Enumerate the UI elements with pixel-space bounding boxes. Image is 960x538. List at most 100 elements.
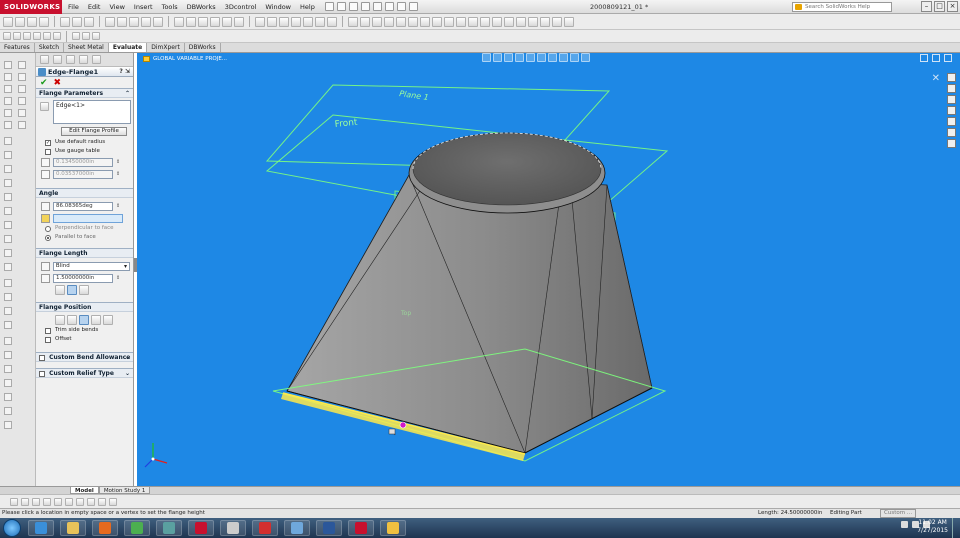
custom-bend-allowance-header[interactable]: Custom Bend Allowance ⌄: [36, 352, 133, 362]
taskbar-app-internet-explorer[interactable]: [28, 520, 54, 536]
circle-tool-icon[interactable]: [4, 73, 12, 81]
tab-sheet-metal[interactable]: Sheet Metal: [64, 43, 109, 52]
menu-insert[interactable]: Insert: [134, 3, 153, 11]
configuration-manager-icon[interactable]: [66, 55, 75, 64]
helix-icon[interactable]: [4, 393, 12, 401]
redo-action-icon[interactable]: [72, 16, 82, 27]
radio-on-icon[interactable]: [45, 234, 51, 241]
angle-reference-face-field[interactable]: [53, 213, 123, 223]
point-tool-icon[interactable]: [18, 85, 26, 93]
maximize-button[interactable]: □: [934, 1, 945, 12]
coordinate-system-icon[interactable]: [4, 365, 12, 373]
options-icon[interactable]: [408, 2, 418, 11]
taskbar-app-word[interactable]: [316, 520, 342, 536]
menu-tools[interactable]: Tools: [162, 3, 178, 11]
sketch-icon[interactable]: [174, 16, 184, 27]
checkbox-unchecked-icon[interactable]: [39, 354, 45, 361]
rebuild-model-icon[interactable]: [84, 16, 94, 27]
tab-motion-study-1[interactable]: Motion Study 1: [98, 487, 151, 494]
loft-icon[interactable]: [4, 193, 12, 201]
instant3d-icon[interactable]: [444, 16, 454, 27]
filter-planes-icon[interactable]: [43, 32, 51, 40]
filter-faces-icon[interactable]: [13, 32, 21, 40]
filter-axes-icon[interactable]: [53, 32, 61, 40]
reference-plane-icon[interactable]: [4, 337, 12, 345]
flange-position-header[interactable]: Flange Position: [36, 302, 133, 312]
filter-vertices-icon[interactable]: [33, 32, 41, 40]
hem-icon[interactable]: [504, 16, 514, 27]
property-manager-icon[interactable]: [53, 55, 62, 64]
feature-tree-icon[interactable]: [40, 55, 49, 64]
menu-window[interactable]: Window: [265, 3, 291, 11]
graphics-area[interactable]: GLOBAL VARIABLE PROJE... ✕ Plane 1 Front…: [137, 53, 960, 486]
outer-virtual-sharp-icon[interactable]: [55, 285, 65, 295]
revolve-boss-icon[interactable]: [4, 165, 12, 173]
tab-sketch[interactable]: Sketch: [35, 43, 65, 52]
transition-body[interactable]: [286, 132, 653, 454]
section-view-icon[interactable]: [372, 16, 382, 27]
mirror-tool-icon[interactable]: [4, 109, 12, 117]
taskbar-app-solidworks[interactable]: [188, 520, 214, 536]
line-tool-icon[interactable]: [4, 61, 12, 69]
spin-arrows-icon[interactable]: ⇕: [116, 203, 120, 209]
minimize-button[interactable]: –: [921, 1, 932, 12]
linear-pattern-icon[interactable]: [4, 293, 12, 301]
pan-icon[interactable]: [105, 16, 115, 27]
taskbar-app-solidworks[interactable]: [348, 520, 374, 536]
select-all-filters-icon[interactable]: [92, 32, 100, 40]
shell-icon[interactable]: [303, 16, 313, 27]
new-document-icon[interactable]: [3, 16, 13, 27]
reference-geometry-icon[interactable]: [420, 16, 430, 27]
tab-dimxpert[interactable]: DimXpert: [147, 43, 185, 52]
clear-filters-icon[interactable]: [82, 32, 90, 40]
filter-edges-icon[interactable]: [23, 32, 31, 40]
flatten-icon[interactable]: [564, 16, 574, 27]
spin-arrows-icon[interactable]: ⇕: [116, 275, 120, 281]
select-arrow-icon[interactable]: [87, 497, 95, 506]
checkbox-unchecked-icon[interactable]: [45, 148, 51, 155]
print-icon[interactable]: [360, 2, 370, 11]
cancel-x-icon[interactable]: ✖: [54, 78, 62, 88]
open-document-icon[interactable]: [15, 16, 25, 27]
menu-view[interactable]: View: [109, 3, 124, 11]
tab-dbworks[interactable]: DBWorks: [185, 43, 221, 52]
taskbar-app-chrome[interactable]: [124, 520, 150, 536]
tangent-bend-icon[interactable]: [79, 285, 89, 295]
circle-sketch-icon[interactable]: [43, 497, 51, 506]
appearance-icon[interactable]: [384, 16, 394, 27]
end-condition-select[interactable]: Blind: [52, 261, 130, 271]
customize-button[interactable]: Custom ...: [880, 509, 917, 518]
extrude-icon[interactable]: [255, 16, 265, 27]
revolve-icon[interactable]: [267, 16, 277, 27]
menu-dbworks[interactable]: DBWorks: [187, 3, 216, 11]
network-icon[interactable]: [901, 521, 908, 528]
edit-flange-profile-button[interactable]: Edit Flange Profile: [61, 127, 127, 136]
select-icon[interactable]: [384, 2, 394, 11]
box-icon[interactable]: [76, 497, 84, 506]
display-style-icon[interactable]: [153, 16, 163, 27]
curve-icon[interactable]: [4, 379, 12, 387]
edge-flange-icon[interactable]: [480, 16, 490, 27]
spin-arrows-icon[interactable]: ⇕: [116, 159, 120, 165]
expand-chevron-icon[interactable]: ⌄: [125, 369, 130, 379]
unfold-icon[interactable]: [540, 16, 550, 27]
fillet-tool-icon[interactable]: [18, 109, 26, 117]
checkbox-unchecked-icon[interactable]: [45, 336, 51, 343]
taskbar-app-scissors[interactable]: [220, 520, 246, 536]
circle-icon[interactable]: [210, 16, 220, 27]
part-model-3d[interactable]: Plane 1 Front Right: [137, 53, 960, 486]
bend-from-virtual-sharp-icon[interactable]: [91, 315, 101, 325]
rib-icon[interactable]: [4, 263, 12, 271]
flange-length-header[interactable]: Flange Length: [36, 248, 133, 258]
spin-arrows-icon[interactable]: ⇕: [116, 171, 120, 177]
undo-action-icon[interactable]: [60, 16, 70, 27]
tangent-to-bend-icon[interactable]: [103, 315, 113, 325]
fillet-feature-icon[interactable]: [4, 207, 12, 215]
extruded-cut-icon[interactable]: [4, 151, 12, 159]
use-default-radius-checkbox[interactable]: ✓ Use default radius: [39, 138, 130, 147]
hole-wizard-icon[interactable]: [4, 279, 12, 287]
taskbar-app-folder[interactable]: [380, 520, 406, 536]
help-pin-controls[interactable]: ? ⇲: [119, 67, 130, 77]
menu-help[interactable]: Help: [300, 3, 315, 11]
bend-outside-icon[interactable]: [79, 315, 89, 325]
